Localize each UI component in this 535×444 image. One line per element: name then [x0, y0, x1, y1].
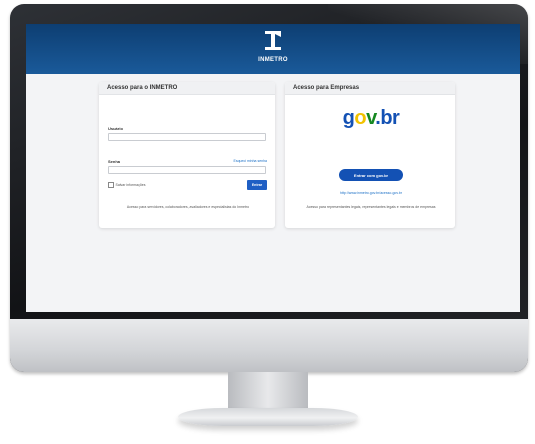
checkbox-icon[interactable]: [108, 182, 114, 188]
inmetro-access-note: Acesso para servidores, colaboradores, a…: [126, 205, 250, 209]
app-header: INMETRO: [26, 24, 520, 74]
enter-button[interactable]: Entrar: [247, 180, 267, 190]
user-label: Usuário: [108, 126, 123, 131]
monitor-frame: INMETRO Acesso para o INMETRO Usuário Se…: [10, 4, 528, 372]
company-login-card: Acesso para Empresas gov.br Entrar com g…: [285, 82, 455, 228]
monitor-stand-base: [178, 408, 358, 426]
monitor-screen: INMETRO Acesso para o INMETRO Usuário Se…: [26, 24, 520, 312]
user-input[interactable]: [108, 133, 266, 141]
monitor-chin: [10, 319, 528, 372]
password-input[interactable]: [108, 166, 266, 174]
govbr-link-prefix[interactable]: http://www.inmetro.gov.br/acesso-gov.br: [340, 191, 402, 195]
remember-label: Salvar informações: [115, 182, 146, 187]
monitor-stand-neck: [228, 372, 308, 412]
govbr-logo: gov.br: [342, 107, 400, 129]
card-title: Acesso para o INMETRO: [107, 85, 178, 91]
password-label: Senha: [108, 159, 121, 164]
company-access-note: Acesso para representantes legais, repre…: [306, 205, 436, 209]
forgot-password-link[interactable]: Esqueci minha senha: [223, 159, 267, 163]
card-title: Acesso para Empresas: [293, 85, 360, 91]
govbr-help-link[interactable]: http://www.inmetro.gov.br/acesso-gov.br: [293, 191, 449, 195]
inmetro-logo-icon: [265, 31, 281, 50]
remember-option[interactable]: Salvar informações: [108, 182, 145, 188]
govbr-login-button[interactable]: Entrar com gov.br: [339, 169, 403, 181]
inmetro-login-card: Acesso para o INMETRO Usuário Senha Esqu…: [99, 82, 275, 228]
logo-text: INMETRO: [258, 57, 288, 63]
